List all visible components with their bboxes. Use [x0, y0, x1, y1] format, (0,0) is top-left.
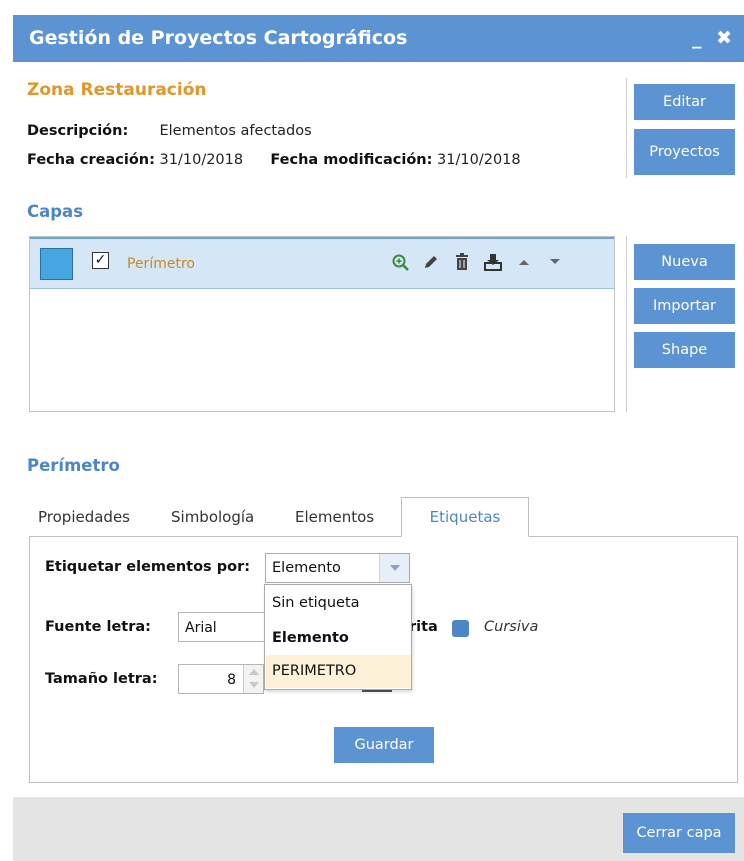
trash-icon[interactable]: [452, 251, 472, 273]
projects-button[interactable]: Proyectos: [634, 129, 735, 175]
layer-name[interactable]: Perímetro: [127, 256, 195, 272]
modified-label: Fecha modificación:: [270, 152, 433, 168]
layers-section-title: Capas: [27, 202, 84, 221]
import-layer-button[interactable]: Importar: [634, 288, 735, 324]
modified-value: 31/10/2018: [437, 152, 521, 168]
size-spinner[interactable]: [243, 665, 263, 693]
font-field[interactable]: Arial: [178, 612, 268, 642]
move-up-icon[interactable]: [514, 251, 534, 273]
window-title: Gestión de Proyectos Cartográficos: [29, 27, 408, 49]
edit-pencil-icon[interactable]: [421, 251, 441, 273]
spin-down-icon[interactable]: [249, 682, 259, 688]
layers-list: ✓ Perímetro: [29, 236, 615, 412]
created-label: Fecha creación:: [27, 152, 155, 168]
option-elemento[interactable]: Elemento: [266, 622, 411, 655]
move-down-icon[interactable]: [545, 251, 565, 273]
layer-row[interactable]: ✓ Perímetro: [30, 237, 614, 289]
size-value: 8: [227, 672, 236, 688]
divider: [626, 236, 627, 412]
option-perimetro[interactable]: PERIMETRO: [266, 655, 411, 688]
save-button[interactable]: Guardar: [334, 727, 434, 763]
label-by-label: Etiquetar elementos por:: [45, 559, 251, 575]
shape-button[interactable]: Shape: [634, 332, 735, 368]
created-value: 31/10/2018: [159, 152, 244, 168]
dates-row: Fecha creación: 31/10/2018 Fecha modific…: [27, 152, 521, 168]
download-icon[interactable]: [483, 251, 503, 273]
zoom-icon[interactable]: [390, 251, 410, 273]
bold-label: rita: [409, 619, 438, 635]
size-label: Tamaño letra:: [45, 671, 158, 687]
tab-propiedades[interactable]: Propiedades: [38, 497, 130, 537]
tab-simbologia[interactable]: Simbología: [171, 497, 254, 537]
font-label: Fuente letra:: [45, 619, 151, 635]
window-controls[interactable]: _ ✖: [692, 27, 736, 49]
chevron-down-icon[interactable]: [379, 554, 409, 582]
description-label: Descripción:: [27, 123, 129, 139]
option-sin-etiqueta[interactable]: Sin etiqueta: [266, 587, 411, 620]
spin-up-icon[interactable]: [249, 669, 259, 675]
layer-tools: [390, 251, 565, 273]
tab-elementos[interactable]: Elementos: [295, 497, 374, 537]
description-value: Elementos afectados: [159, 123, 312, 139]
label-by-select[interactable]: Elemento: [265, 553, 410, 583]
description-row: Descripción: Elementos afectados: [27, 123, 312, 139]
layer-detail-title: Perímetro: [27, 456, 120, 475]
tab-etiquetas[interactable]: Etiquetas: [401, 497, 529, 537]
layer-visibility-checkbox[interactable]: ✓: [92, 252, 109, 269]
layer-color-swatch[interactable]: [40, 248, 73, 280]
italic-checkbox[interactable]: [452, 620, 469, 637]
close-layer-button[interactable]: Cerrar capa: [623, 813, 735, 853]
divider: [626, 78, 627, 178]
size-stepper[interactable]: 8: [178, 664, 264, 694]
project-name: Zona Restauración: [27, 80, 207, 100]
edit-button[interactable]: Editar: [634, 84, 735, 120]
italic-label: Cursiva: [484, 619, 539, 635]
label-by-value: Elemento: [272, 560, 341, 576]
window-titlebar: Gestión de Proyectos Cartográficos _ ✖: [13, 15, 744, 62]
new-layer-button[interactable]: Nueva: [634, 244, 735, 280]
label-by-dropdown: Sin etiqueta Elemento PERIMETRO: [264, 584, 412, 690]
